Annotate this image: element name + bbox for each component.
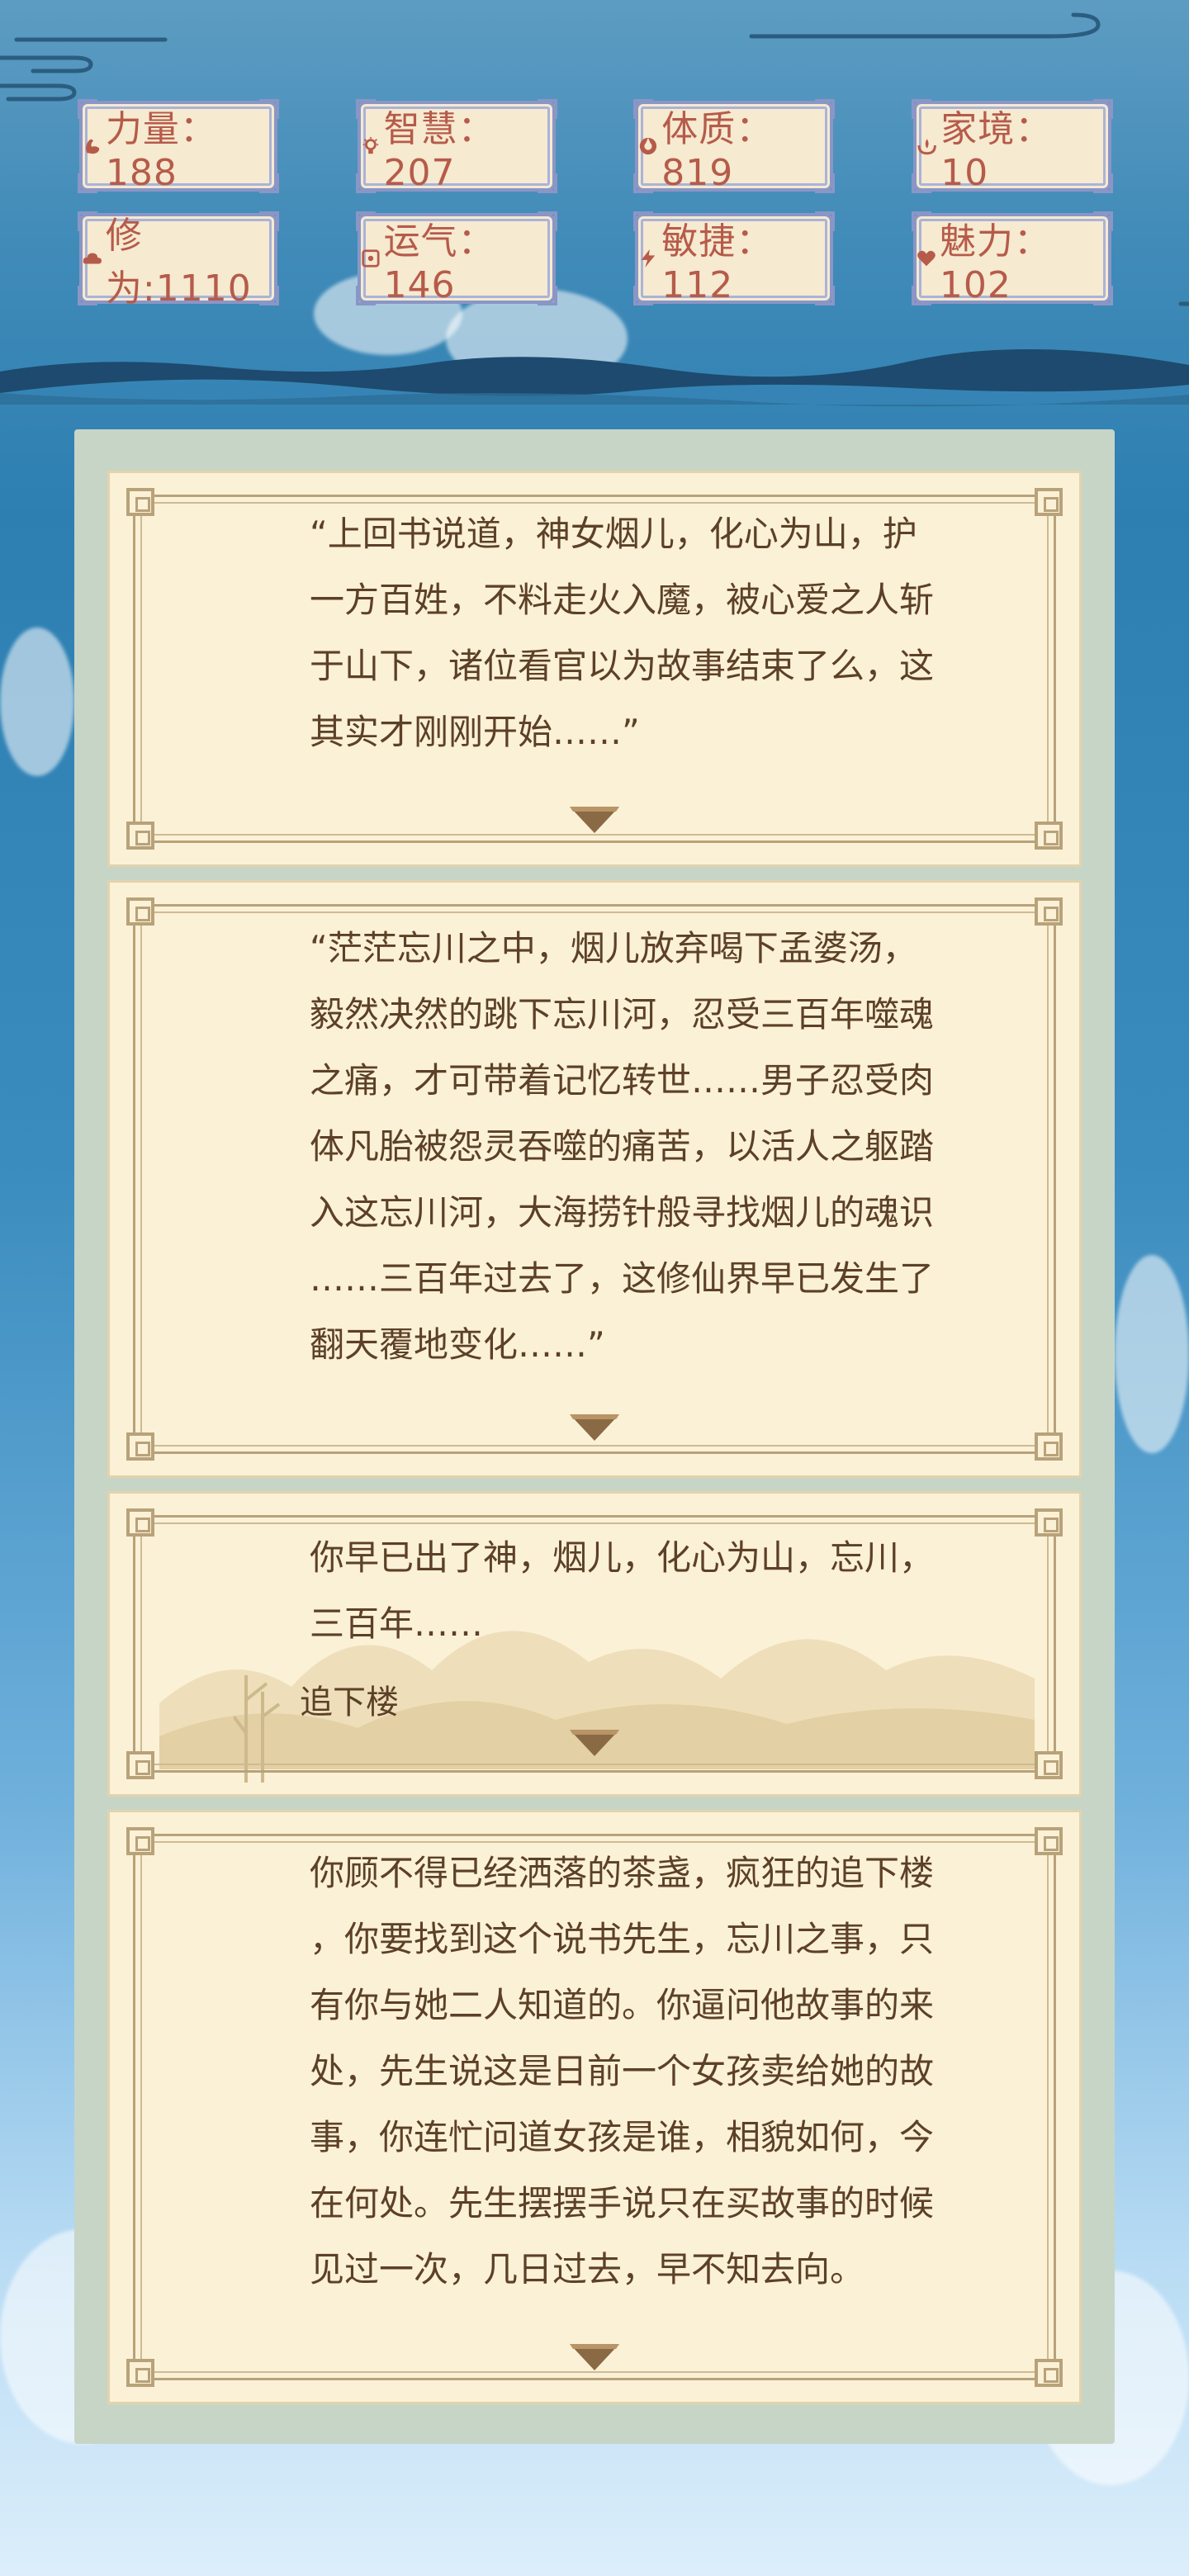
- family-icon: [917, 139, 936, 155]
- continue-arrow-icon[interactable]: [568, 1726, 621, 1759]
- choice-card: 你早已出了神，烟儿，化心为山，忘川， 三百年…… 追下楼: [107, 1491, 1082, 1797]
- choice-option-chase-downstairs[interactable]: 追下楼: [300, 1675, 399, 1723]
- story-panel: “上回书说道，神女烟儿，化心为山，护 一方百姓，不料走火入魔，被心爱之人斩 于山…: [74, 429, 1115, 2444]
- stat-strength: 力量：188: [105, 107, 217, 194]
- stats-row: 修为:1110 运气：146 敏捷：112 魅力：102: [78, 211, 1113, 310]
- stat-badge-family: 家境： 10: [911, 99, 1113, 194]
- ink-band: [0, 348, 1189, 407]
- continue-arrow-icon[interactable]: [568, 1411, 621, 1444]
- story-text: “上回书说道，神女烟儿，化心为山，护 一方百姓，不料走火入魔，被心爱之人斩 于山…: [310, 514, 935, 752]
- stat-charm: 魅力：102: [939, 220, 1051, 306]
- agility-icon: [641, 249, 656, 268]
- story-text: “茫茫忘川之中，烟儿放弃喝下孟婆汤， 毅然决然的跳下忘川河，忍受三百年噬魂 之痛…: [310, 928, 935, 1365]
- stat-badge-agility: 敏捷：112: [633, 211, 836, 306]
- story-card: “上回书说道，神女烟儿，化心为山，护 一方百姓，不料走火入魔，被心爱之人斩 于山…: [107, 471, 1082, 867]
- cloud: [0, 627, 74, 776]
- stat-constitution: 体质：819: [661, 107, 774, 194]
- stat-family: 家境： 10: [940, 107, 1053, 194]
- stat-agility: 敏捷：112: [661, 220, 774, 306]
- story-card: 你顾不得已经洒落的茶盏，疯狂的追下楼 ，你要找到这个说书先生，忘川之事，只 有你…: [107, 1810, 1082, 2404]
- stats-panel: 力量：188 智慧：207 体质：819 家境： 10 修为:1110 运气：1…: [78, 99, 1113, 325]
- story-text: 你顾不得已经洒落的茶盏，疯狂的追下楼 ，你要找到这个说书先生，忘川之事，只 有你…: [310, 1853, 935, 2290]
- luck-icon: [362, 249, 380, 268]
- cloud: [1115, 1255, 1189, 1453]
- stats-row: 力量：188 智慧：207 体质：819 家境： 10: [78, 99, 1113, 194]
- charm-icon: [917, 250, 936, 267]
- strength-icon: [86, 139, 100, 154]
- stat-badge-constitution: 体质：819: [633, 99, 836, 194]
- stat-badge-luck: 运气：146: [355, 211, 557, 306]
- stat-badge-charm: 魅力：102: [911, 211, 1113, 306]
- stat-badge-wisdom: 智慧：207: [355, 99, 557, 194]
- stat-luck: 运气：146: [383, 220, 495, 306]
- stat-badge-strength: 力量：188: [78, 99, 279, 194]
- wisdom-icon: [362, 136, 378, 154]
- story-card: “茫茫忘川之中，烟儿放弃喝下孟婆汤， 毅然决然的跳下忘川河，忍受三百年噬魂 之痛…: [107, 880, 1082, 1478]
- constitution-icon: [640, 137, 657, 155]
- stat-wisdom: 智慧：207: [383, 107, 495, 194]
- cultivation-icon: [83, 253, 102, 264]
- continue-arrow-icon[interactable]: [568, 2341, 621, 2374]
- continue-arrow-icon[interactable]: [568, 803, 621, 836]
- story-text: 你早已出了神，烟儿，化心为山，忘川， 三百年……: [310, 1537, 935, 1644]
- stat-cultivation: 修为:1110: [105, 215, 252, 310]
- stat-badge-cultivation: 修为:1110: [78, 211, 279, 310]
